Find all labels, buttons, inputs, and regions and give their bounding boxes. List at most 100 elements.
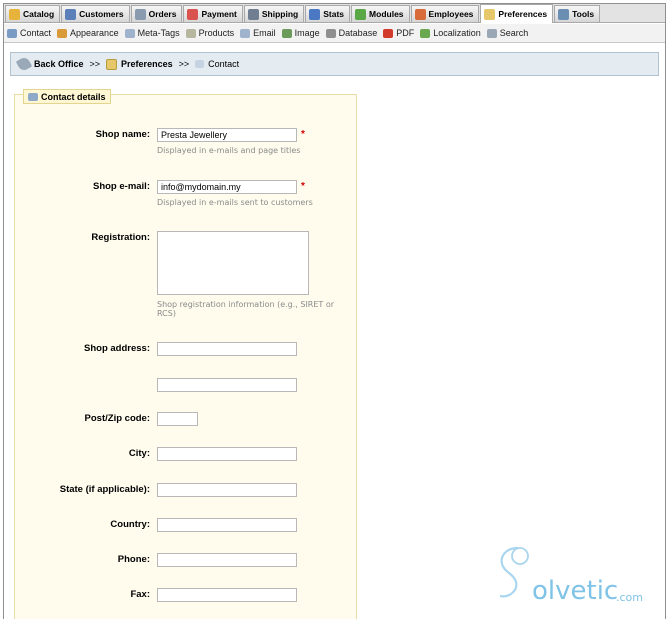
subnav-email[interactable]: Email xyxy=(240,28,276,38)
watermark-suffix: .com xyxy=(616,591,643,604)
tab-label: Employees xyxy=(428,9,474,19)
registration-textarea[interactable] xyxy=(157,231,309,295)
breadcrumb-section[interactable]: Preferences xyxy=(121,59,173,69)
database-icon xyxy=(325,28,336,38)
solvetic-watermark: olvetic .com xyxy=(492,544,652,608)
customers-icon xyxy=(65,8,77,20)
subnav-label: Image xyxy=(294,28,320,38)
tab-modules[interactable]: Modules xyxy=(351,5,410,22)
contact-icon xyxy=(7,28,17,38)
tab-catalog[interactable]: Catalog xyxy=(5,5,61,22)
subnav-label: PDF xyxy=(396,28,415,38)
city-input[interactable] xyxy=(157,447,297,461)
subnav-meta-tags[interactable]: Meta-Tags xyxy=(124,28,180,38)
fieldset-legend: Contact details xyxy=(23,89,111,104)
country-label: Country: xyxy=(110,519,150,530)
tab-preferences[interactable]: Preferences xyxy=(480,4,554,23)
shop-email-label: Shop e-mail: xyxy=(92,181,150,192)
puzzle-icon xyxy=(355,8,367,20)
subnav-image[interactable]: Image xyxy=(281,28,320,38)
tab-tools[interactable]: Tools xyxy=(554,5,601,22)
fax-input[interactable] xyxy=(157,588,297,602)
wrench-icon xyxy=(15,55,33,73)
shop-name-label: Shop name: xyxy=(95,129,150,140)
folder-icon xyxy=(9,8,20,20)
contact-icon xyxy=(28,92,38,101)
phone-input[interactable] xyxy=(157,553,297,567)
localization-icon xyxy=(420,28,431,38)
tab-stats[interactable]: Stats xyxy=(305,5,351,22)
registration-label: Registration: xyxy=(91,232,150,243)
subnav-label: Products xyxy=(198,28,235,38)
meta-tags-icon xyxy=(124,28,135,38)
subnav-label: Meta-Tags xyxy=(137,28,180,38)
subnav-search[interactable]: Search xyxy=(486,28,529,38)
tab-label: Preferences xyxy=(498,9,548,19)
preferences-icon xyxy=(106,58,118,70)
sub-navigation: Contact Appearance Meta-Tags Products Email I… xyxy=(4,24,665,43)
fieldset-title: Contact details xyxy=(41,91,106,102)
subnav-localization[interactable]: Localization xyxy=(420,28,481,38)
breadcrumb-separator: >> xyxy=(89,59,101,69)
employees-icon xyxy=(414,8,426,20)
subnav-label: Appearance xyxy=(70,28,119,38)
subnav-products[interactable]: Products xyxy=(185,28,235,38)
state-label: State (if applicable): xyxy=(59,484,150,495)
products-icon xyxy=(185,28,196,38)
subnav-pdf[interactable]: PDF xyxy=(383,28,414,38)
breadcrumb-root[interactable]: Back Office xyxy=(34,59,84,69)
country-input[interactable] xyxy=(157,518,297,532)
truck-icon xyxy=(247,8,259,20)
tab-label: Stats xyxy=(323,9,345,19)
subnav-label: Localization xyxy=(433,28,481,38)
subnav-contact[interactable]: Contact xyxy=(7,28,51,38)
shop-address-label: Shop address: xyxy=(84,343,150,354)
watermark-text: olvetic xyxy=(532,576,619,606)
contact-icon xyxy=(195,60,205,68)
appearance-icon xyxy=(57,28,68,38)
tab-customers[interactable]: Customers xyxy=(61,5,130,22)
tab-employees[interactable]: Employees xyxy=(410,5,480,22)
email-icon xyxy=(240,28,251,38)
phone-label: Phone: xyxy=(117,554,150,565)
tab-payment[interactable]: Payment xyxy=(183,5,243,22)
postcode-input[interactable] xyxy=(157,412,198,426)
tab-shipping[interactable]: Shipping xyxy=(243,5,305,22)
tab-label: Customers xyxy=(79,9,124,19)
state-input[interactable] xyxy=(157,483,297,497)
shop-email-input[interactable] xyxy=(157,180,297,194)
required-marker: * xyxy=(301,129,305,140)
subnav-appearance[interactable]: Appearance xyxy=(57,28,119,38)
subnav-database[interactable]: Database xyxy=(325,28,378,38)
shop-address-input-1[interactable] xyxy=(157,342,297,356)
tab-label: Modules xyxy=(369,9,404,19)
pdf-icon xyxy=(383,28,394,38)
stats-icon xyxy=(309,8,321,20)
postcode-label: Post/Zip code: xyxy=(84,413,150,424)
tab-label: Tools xyxy=(572,9,595,19)
image-icon xyxy=(281,28,292,38)
shop-name-input[interactable] xyxy=(157,128,297,142)
breadcrumb: Back Office >> Preferences >> Contact xyxy=(10,52,659,76)
shop-address-input-2[interactable] xyxy=(157,378,297,392)
main-tab-bar: Catalog Customers Orders Payment Shipping Sta… xyxy=(4,4,665,23)
contact-details-fieldset: Contact details Shop name: * Displayed i… xyxy=(14,89,357,619)
subnav-label: Search xyxy=(499,28,529,38)
payment-icon xyxy=(187,8,199,20)
subnav-label: Email xyxy=(253,28,276,38)
tab-orders[interactable]: Orders xyxy=(130,5,183,22)
wrench-icon xyxy=(558,8,570,20)
preferences-icon xyxy=(484,8,496,20)
cart-icon xyxy=(134,8,146,20)
subnav-label: Contact xyxy=(20,28,52,38)
tab-label: Shipping xyxy=(261,9,299,19)
shop-email-hint: Displayed in e-mails sent to customers xyxy=(157,198,313,207)
breadcrumb-separator: >> xyxy=(178,59,190,69)
tab-label: Payment xyxy=(201,9,237,19)
tab-label: Orders xyxy=(148,9,177,19)
tab-label: Catalog xyxy=(23,9,55,19)
city-label: City: xyxy=(128,448,150,459)
required-marker: * xyxy=(301,181,305,192)
subnav-label: Database xyxy=(338,28,378,38)
shop-name-hint: Displayed in e-mails and page titles xyxy=(157,146,301,155)
